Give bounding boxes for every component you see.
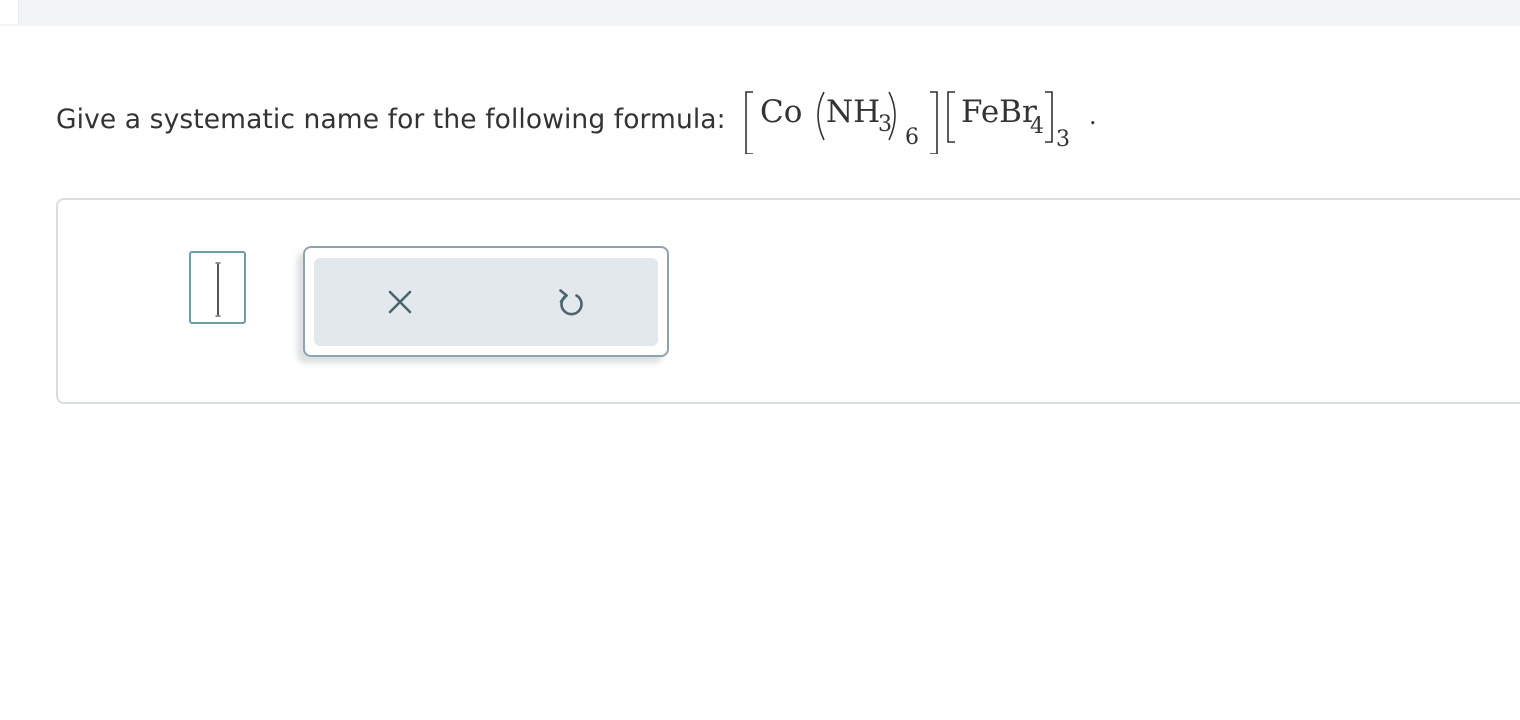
- undo-icon: [559, 289, 583, 316]
- formula-anion-subscript: 4: [1030, 114, 1044, 139]
- clear-icon: [388, 290, 412, 314]
- right-bracket-1: [929, 91, 938, 154]
- top-bar-edge: [0, 0, 19, 24]
- toolbar: [314, 258, 658, 346]
- formula-anion-count: 3: [1056, 127, 1070, 152]
- answer-panel: [56, 198, 1520, 404]
- left-bracket-2: [946, 91, 955, 143]
- formula-period: .: [1089, 102, 1096, 130]
- left-paren: [816, 91, 825, 141]
- undo-button[interactable]: [551, 282, 591, 322]
- text-cursor-icon: [215, 262, 221, 317]
- answer-toolbox: [303, 246, 669, 357]
- chemical-formula: Co NH 3 6 FeBr 4 3 .: [736, 84, 1096, 154]
- formula-anion: FeBr: [961, 94, 1037, 130]
- question: Give a systematic name for the following…: [56, 84, 1096, 154]
- formula-svg: Co NH 3 6 FeBr 4 3 .: [744, 91, 1096, 154]
- formula-ligand-count: 6: [905, 125, 919, 150]
- top-bar: [0, 0, 1520, 26]
- right-bracket-2: [1044, 91, 1053, 143]
- question-prompt: Give a systematic name for the following…: [56, 103, 726, 135]
- formula-ligand-subscript: 3: [878, 112, 892, 137]
- left-bracket-1: [744, 91, 753, 154]
- clear-button[interactable]: [380, 282, 420, 322]
- answer-input[interactable]: [189, 251, 246, 324]
- formula-cation-metal: Co: [760, 94, 802, 130]
- formula-ligand: NH: [826, 94, 880, 130]
